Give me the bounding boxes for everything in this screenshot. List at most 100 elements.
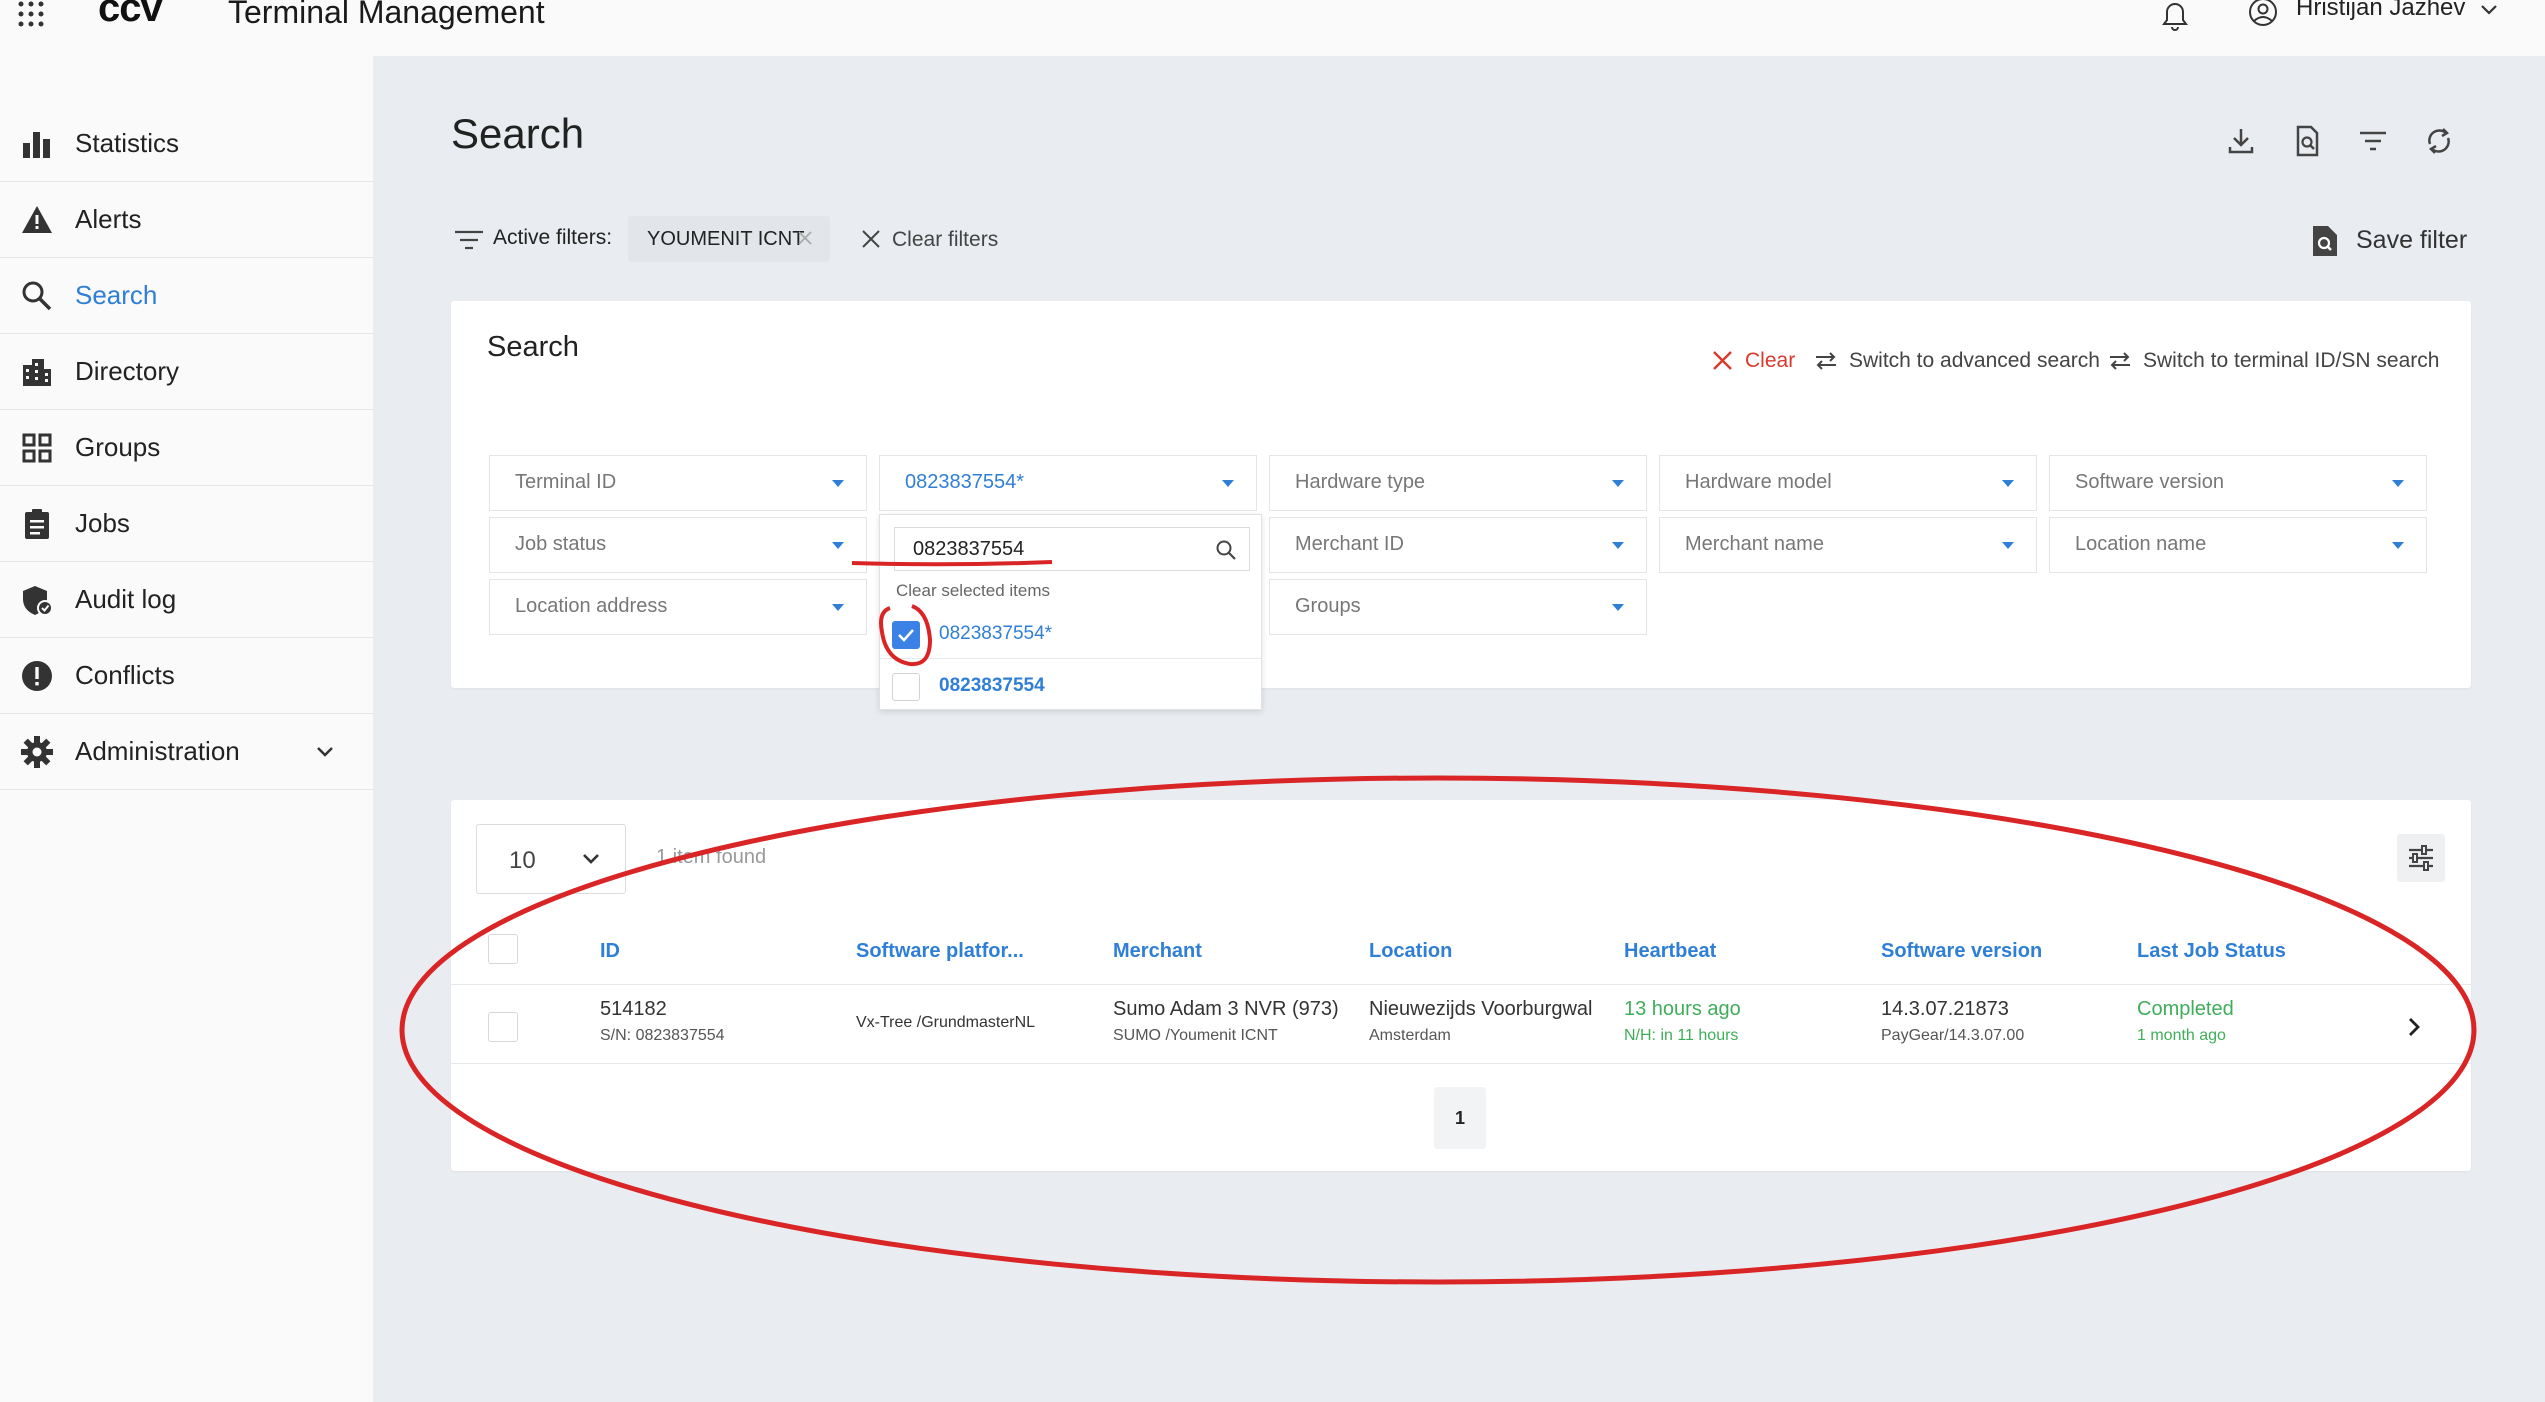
column-settings-button[interactable] (2397, 834, 2445, 882)
job-status-time: 1 month ago (2137, 1027, 2226, 1044)
select-label: Software version (2075, 471, 2224, 493)
clear-search-button[interactable]: Clear (1709, 347, 1819, 375)
dropdown-arrow-icon (2392, 542, 2404, 549)
select-label: Hardware type (1295, 471, 1426, 493)
option-label: 0823837554* (939, 623, 1053, 644)
select-value: 0823837554* (905, 471, 1025, 493)
cell-heartbeat: 13 hours ago N/H: in 11 hours (1624, 998, 1741, 1045)
bar-chart-icon (23, 131, 50, 158)
download-icon[interactable] (2224, 124, 2258, 158)
grid-icon (22, 433, 52, 462)
select-label: Merchant ID (1295, 533, 1404, 555)
column-header-id[interactable]: ID (600, 940, 620, 963)
terminal-id-select[interactable]: Terminal ID (489, 455, 867, 511)
sidebar-item-alerts[interactable]: Alerts (0, 182, 373, 258)
software-version: 14.3.07.21873 (1881, 998, 2009, 1020)
user-avatar-icon[interactable] (2246, 0, 2280, 30)
software-package: PayGear/14.3.07.00 (1881, 1027, 2025, 1044)
option-checkbox[interactable] (892, 673, 920, 701)
option-checkbox[interactable] (892, 621, 920, 649)
swap-arrows-icon (1816, 352, 1836, 370)
serial-number-select[interactable]: 0823837554* (879, 455, 1257, 511)
sidebar-item-groups[interactable]: Groups (0, 410, 373, 486)
chevron-right-icon[interactable] (2401, 1014, 2427, 1040)
switch-terminal-sn-search-button[interactable]: Switch to terminal ID/SN search (2107, 347, 2447, 375)
user-name[interactable]: Hristijan Jazhev (2296, 0, 2465, 22)
hardware-model-select[interactable]: Hardware model (1659, 455, 2037, 511)
clear-filters-label: Clear filters (892, 228, 999, 251)
shield-icon (23, 585, 53, 616)
sidebar-item-audit-log[interactable]: Audit log (0, 562, 373, 638)
column-header-software-version[interactable]: Software version (1881, 940, 2042, 963)
app-grid-icon[interactable] (16, 0, 50, 28)
dropdown-option[interactable]: 0823837554* (880, 607, 1261, 659)
column-header-merchant[interactable]: Merchant (1113, 940, 1202, 963)
search-card-title: Search (487, 331, 579, 363)
top-bar: ccv Terminal Management Hristijan Jazhev (0, 0, 2545, 56)
sidebar-item-search[interactable]: Search (0, 258, 373, 334)
dropdown-option[interactable]: 0823837554 (880, 659, 1261, 711)
sidebar-item-label: Administration (75, 736, 240, 766)
dropdown-arrow-icon (832, 542, 844, 549)
search-icon (1216, 540, 1236, 560)
cell-id: 514182 S/N: 0823837554 (600, 998, 725, 1045)
select-all-checkbox[interactable] (488, 934, 518, 964)
pagination-page-1[interactable]: 1 (1434, 1087, 1486, 1149)
terminal-id: 514182 (600, 998, 667, 1020)
dropdown-arrow-icon (2392, 480, 2404, 487)
refresh-icon[interactable] (2422, 124, 2456, 158)
cell-software-platform: Vx-Tree /GrundmasterNL (856, 1014, 1035, 1032)
column-header-software-platform[interactable]: Software platfor... (856, 940, 1024, 963)
software-version-select[interactable]: Software version (2049, 455, 2427, 511)
row-checkbox[interactable] (488, 1012, 518, 1042)
close-icon[interactable] (795, 228, 815, 248)
save-filter-button[interactable]: Save filter (2310, 222, 2530, 258)
filter-icon[interactable] (2356, 124, 2390, 158)
select-label: Hardware model (1685, 471, 1832, 493)
chevron-down-icon[interactable] (2478, 0, 2500, 22)
select-label: Job status (515, 533, 607, 555)
sidebar-item-label: Groups (75, 432, 161, 462)
column-header-last-job-status[interactable]: Last Job Status (2137, 940, 2286, 963)
dropdown-search-input[interactable]: 0823837554 (894, 527, 1250, 571)
sidebar-item-label: Alerts (75, 204, 142, 234)
document-search-icon[interactable] (2290, 124, 2324, 158)
location-name-select[interactable]: Location name (2049, 517, 2427, 573)
column-header-heartbeat[interactable]: Heartbeat (1624, 940, 1716, 963)
option-label: 0823837554 (939, 675, 1045, 696)
sidebar-item-label: Directory (75, 356, 180, 386)
chevron-down-icon[interactable] (312, 739, 338, 765)
clipboard-icon (25, 508, 49, 539)
clear-search-label: Clear (1745, 349, 1796, 372)
location-address-select[interactable]: Location address (489, 579, 867, 635)
filter-chip[interactable]: YOUMENIT ICNT (628, 216, 830, 262)
select-label: Terminal ID (515, 471, 617, 493)
dropdown-search-value: 0823837554 (913, 538, 1025, 560)
location-city: Amsterdam (1369, 1027, 1451, 1044)
exclamation-icon (22, 660, 52, 691)
sidebar-item-directory[interactable]: Directory (0, 334, 373, 410)
dropdown-arrow-icon (1222, 480, 1234, 487)
sidebar-item-conflicts[interactable]: Conflicts (0, 638, 373, 714)
switch-advanced-search-button[interactable]: Switch to advanced search (1813, 347, 2100, 375)
sidebar-item-administration[interactable]: Administration (0, 714, 373, 790)
hardware-type-select[interactable]: Hardware type (1269, 455, 1647, 511)
sidebar-item-jobs[interactable]: Jobs (0, 486, 373, 562)
merchant-id-select[interactable]: Merchant ID (1269, 517, 1647, 573)
clear-selected-items-link[interactable]: Clear selected items (896, 581, 1050, 601)
sidebar-item-statistics[interactable]: Statistics (0, 106, 373, 182)
table-divider (451, 1063, 2471, 1064)
groups-select[interactable]: Groups (1269, 579, 1647, 635)
active-filters-label: Active filters: (493, 226, 613, 249)
dropdown-arrow-icon (2002, 480, 2014, 487)
heartbeat-last: 13 hours ago (1624, 998, 1741, 1020)
page-size-select[interactable]: 10 (476, 824, 626, 894)
select-label: Groups (1295, 595, 1361, 617)
location-name: Nieuwezijds Voorburgwal (1369, 998, 1593, 1020)
column-header-location[interactable]: Location (1369, 940, 1452, 963)
merchant-name-select[interactable]: Merchant name (1659, 517, 2037, 573)
search-icon (22, 281, 52, 310)
close-icon (862, 230, 880, 248)
bell-icon[interactable] (2158, 0, 2192, 32)
job-status-select[interactable]: Job status (489, 517, 867, 573)
